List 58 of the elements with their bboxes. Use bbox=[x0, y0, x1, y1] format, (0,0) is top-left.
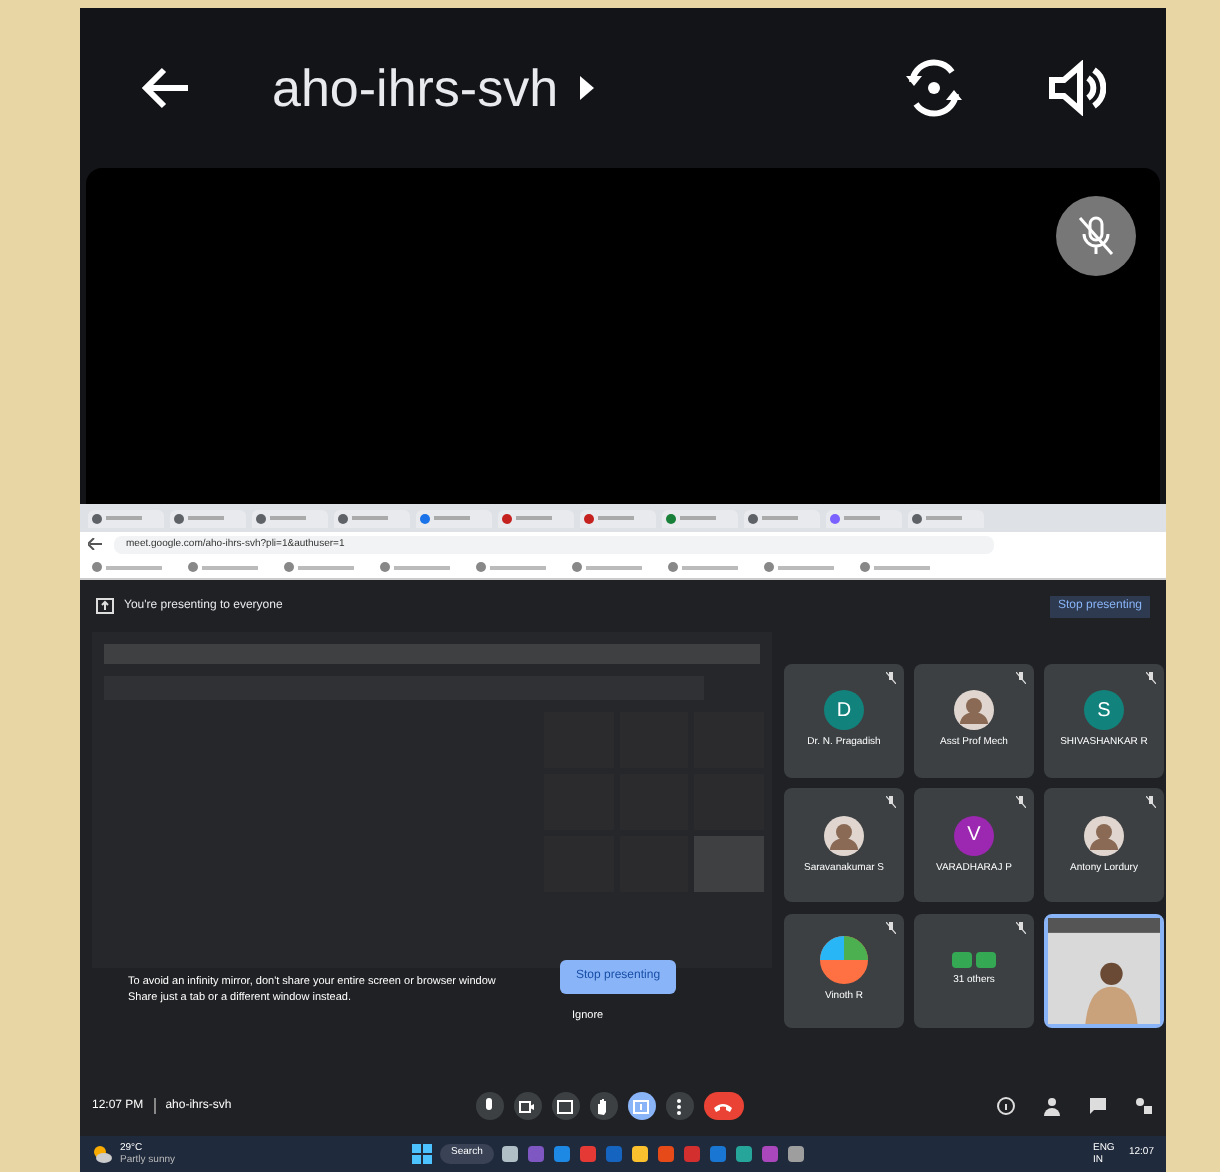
avatar: S bbox=[1084, 690, 1124, 731]
people-icon[interactable] bbox=[1042, 1096, 1062, 1116]
avatar: V bbox=[954, 815, 994, 856]
meeting-title[interactable]: aho-ihrs-svh bbox=[272, 49, 559, 127]
browser-tab[interactable] bbox=[744, 509, 820, 527]
camera-icon bbox=[516, 1095, 539, 1117]
present-icon bbox=[630, 1095, 653, 1117]
browser-tab[interactable] bbox=[170, 509, 246, 527]
bookmark[interactable] bbox=[668, 562, 744, 572]
captions-icon bbox=[554, 1095, 577, 1117]
present-button[interactable] bbox=[627, 1092, 656, 1120]
mic-button[interactable] bbox=[475, 1092, 504, 1120]
bookmark[interactable] bbox=[572, 562, 648, 572]
hand-raise-button[interactable] bbox=[589, 1092, 618, 1120]
camera-button[interactable] bbox=[513, 1092, 542, 1120]
bookmark[interactable] bbox=[380, 562, 456, 572]
avatar: D bbox=[824, 690, 864, 731]
browser-tab[interactable] bbox=[334, 509, 410, 527]
bookmark[interactable] bbox=[284, 562, 360, 572]
windows-icon[interactable] bbox=[411, 1144, 432, 1164]
browser-tab[interactable] bbox=[662, 509, 738, 527]
captions-button[interactable] bbox=[551, 1092, 580, 1120]
browser-tab[interactable] bbox=[252, 509, 328, 527]
bookmark[interactable] bbox=[764, 562, 840, 572]
muted-mic-icon bbox=[1056, 196, 1136, 276]
muted-mic-icon bbox=[886, 672, 896, 684]
sun-cloud-icon bbox=[92, 1144, 112, 1164]
logo-avatar-icon bbox=[820, 935, 868, 984]
bookmark[interactable] bbox=[476, 562, 552, 572]
more-options-button[interactable] bbox=[665, 1092, 694, 1120]
browser-tab[interactable] bbox=[88, 509, 164, 527]
chat-icon[interactable] bbox=[1088, 1096, 1108, 1116]
muted-mic-icon bbox=[1146, 796, 1156, 809]
muted-mic-icon bbox=[1016, 672, 1026, 684]
end-call-button[interactable] bbox=[703, 1092, 744, 1120]
browser-tab[interactable] bbox=[416, 509, 492, 527]
muted-mic-icon bbox=[886, 921, 896, 934]
present-icon bbox=[96, 598, 114, 614]
bookmark[interactable] bbox=[860, 562, 936, 572]
person-avatar-icon bbox=[954, 690, 994, 731]
muted-mic-icon bbox=[1016, 921, 1026, 934]
muted-mic-icon bbox=[1146, 672, 1156, 684]
muted-mic-icon bbox=[1016, 796, 1026, 809]
browser-tab[interactable] bbox=[498, 509, 574, 527]
triangle-icon[interactable] bbox=[578, 76, 595, 100]
camera-switch-icon[interactable] bbox=[902, 58, 966, 118]
speaker-icon[interactable] bbox=[1046, 60, 1106, 116]
person-avatar-icon bbox=[824, 815, 864, 856]
muted-mic-icon bbox=[886, 796, 896, 809]
browser-tab[interactable] bbox=[580, 509, 656, 527]
bookmark[interactable] bbox=[92, 562, 168, 572]
info-icon[interactable] bbox=[996, 1096, 1016, 1116]
shapes-icon[interactable] bbox=[1134, 1096, 1154, 1116]
back-icon[interactable] bbox=[88, 538, 102, 550]
person-avatar-icon bbox=[1084, 815, 1124, 856]
browser-tab[interactable] bbox=[908, 509, 984, 527]
bookmark[interactable] bbox=[188, 562, 264, 572]
browser-tab[interactable] bbox=[826, 509, 902, 527]
